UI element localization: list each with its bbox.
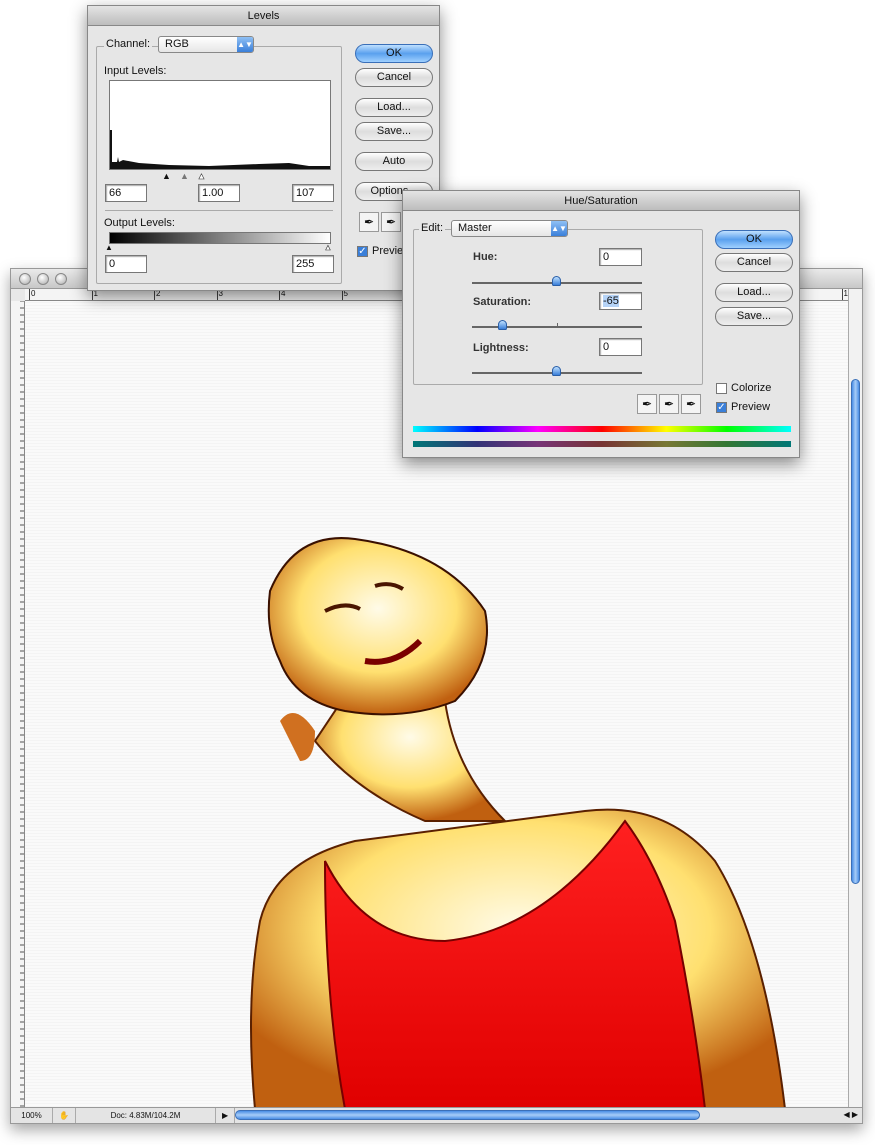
horizontal-scroll-thumb[interactable] [235,1110,701,1120]
lightness-field[interactable]: 0 [599,338,642,356]
hand-icon[interactable]: ✋ [53,1108,76,1123]
hue-sat-preview-checkbox[interactable]: ✓ [716,402,727,413]
levels-save-button[interactable]: Save... [355,122,433,141]
levels-cancel-button[interactable]: Cancel [355,68,433,87]
vertical-ruler [11,301,25,1107]
status-bar: 100% ✋ Doc: 4.83M/104.2M ▶ ◀ ▶ [11,1107,862,1123]
saturation-label: Saturation: [473,296,532,308]
output-black-slider-icon[interactable]: ▲ [105,243,113,252]
output-white-slider-icon[interactable]: ▲ [324,243,333,253]
colorize-label: Colorize [731,382,772,394]
saturation-value: -65 [603,295,619,307]
input-gamma-field[interactable]: 1.00 [198,184,240,202]
zoom-window-button[interactable] [55,273,67,285]
levels-auto-button[interactable]: Auto [355,152,433,171]
ruler-label: 0 [29,289,35,300]
minimize-window-button[interactable] [37,273,49,285]
lightness-slider-knob[interactable] [552,366,561,376]
channel-select[interactable]: RGB ▲▼ [158,36,254,53]
hue-sat-ok-button[interactable]: OK [715,230,793,249]
hue-field[interactable]: 0 [599,248,642,266]
output-levels-label: Output Levels: [104,217,175,229]
levels-load-button[interactable]: Load... [355,98,433,117]
edit-select[interactable]: Master ▲▼ [451,220,568,237]
input-black-field[interactable]: 66 [105,184,147,202]
scroll-arrows-icon[interactable]: ◀ ▶ [843,1110,858,1119]
gamma-slider-icon[interactable]: ▲ [180,171,189,181]
select-arrows-icon: ▲▼ [237,37,253,52]
saturation-field[interactable]: -65 [599,292,642,310]
hue-sat-save-button[interactable]: Save... [715,307,793,326]
dialog-title: Levels [88,6,439,26]
black-point-slider-icon[interactable]: ▲ [162,171,171,181]
hue-sat-preview-label: Preview [731,401,771,413]
hue-sat-cancel-button[interactable]: Cancel [715,253,793,272]
edit-label: Edit: [419,222,446,234]
center-tick [557,323,558,328]
output-hue-bar [413,441,791,447]
channel-value: RGB [165,38,189,50]
close-window-button[interactable] [19,273,31,285]
doc-info: Doc: 4.83M/104.2M [76,1108,216,1123]
divider [105,210,333,211]
eyedropper-icon[interactable]: ✒ [637,394,657,414]
hue-saturation-dialog: Hue/Saturation Edit: Master ▲▼ Hue: 0 Sat… [402,190,800,458]
eyedropper-minus-icon[interactable]: ✒ [681,394,701,414]
edit-value: Master [458,222,492,234]
gray-eyedropper-icon[interactable]: ✒ [381,212,401,232]
colorize-checkbox[interactable] [716,383,727,394]
histogram [109,80,331,170]
output-black-field[interactable]: 0 [105,255,147,273]
input-hue-bar [413,426,791,432]
vertical-scroll-thumb[interactable] [851,379,860,884]
vertical-scrollbar[interactable] [848,289,862,1107]
white-point-slider-icon[interactable]: ▲ [197,171,207,182]
hue-slider[interactable] [472,276,642,286]
input-levels-label: Input Levels: [104,65,167,77]
status-menu-arrow-icon[interactable]: ▶ [216,1108,236,1123]
saturation-slider-knob[interactable] [498,320,507,330]
hue-sat-group [413,229,703,385]
zoom-level[interactable]: 100% [11,1108,53,1123]
channel-label: Channel: [104,38,153,50]
levels-dialog: Levels Channel: RGB ▲▼ Input Levels: ▲ ▲ … [87,5,440,291]
black-eyedropper-icon[interactable]: ✒ [359,212,379,232]
levels-ok-button[interactable]: OK [355,44,433,63]
hue-slider-knob[interactable] [552,276,561,286]
dialog-title: Hue/Saturation [403,191,799,211]
hue-sat-load-button[interactable]: Load... [715,283,793,302]
horizontal-scrollbar[interactable]: ◀ ▶ [235,1108,862,1123]
select-arrows-icon: ▲▼ [551,221,567,236]
saturation-slider[interactable] [472,320,642,330]
lightness-label: Lightness: [473,342,529,354]
levels-preview-checkbox[interactable]: ✓ [357,246,368,257]
eyedropper-plus-icon[interactable]: ✒ [659,394,679,414]
input-white-field[interactable]: 107 [292,184,334,202]
output-white-field[interactable]: 255 [292,255,334,273]
hue-label: Hue: [473,251,498,263]
output-gradient [109,232,331,244]
lightness-slider[interactable] [472,366,642,376]
